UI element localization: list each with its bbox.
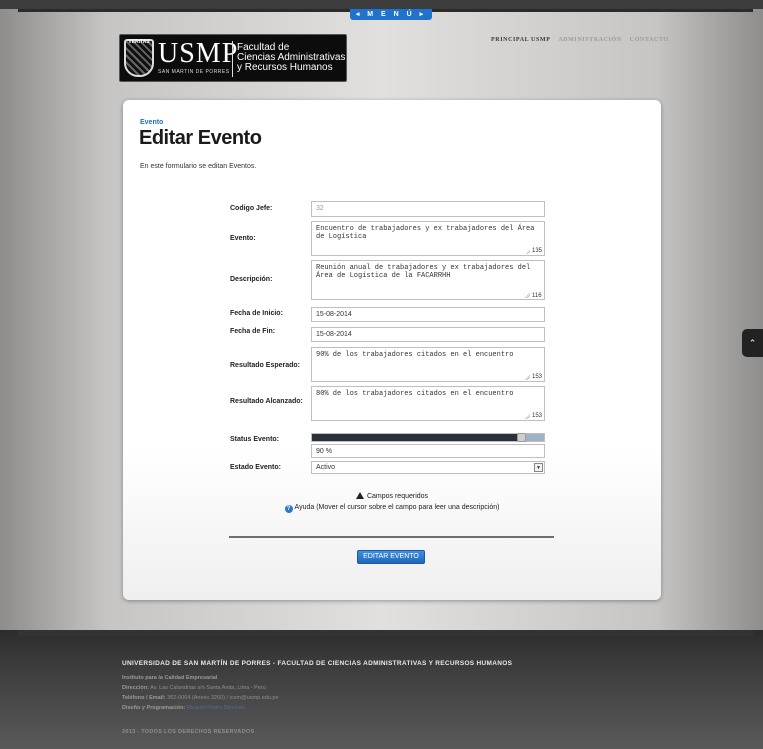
warning-triangle-icon: [355, 492, 364, 499]
edit-event-card: Evento Editar Evento En este formulario …: [123, 100, 661, 600]
descripcion-textarea[interactable]: Reunión anual de trabajadores y ex traba…: [311, 260, 545, 300]
codigo-jefe-field[interactable]: 32: [311, 201, 545, 217]
usmp-logo[interactable]: VERITAS USMP SAN MARTIN DE PORRES Facult…: [119, 34, 347, 82]
logo-divider: [232, 41, 233, 77]
evento-label: Evento:: [230, 235, 256, 242]
faculty-line-3: y Recursos Humanos: [237, 62, 333, 73]
nav-link-contacto[interactable]: CONTACTO: [630, 37, 669, 43]
status-evento-value: 90 %: [311, 444, 545, 458]
footer-design-label: Diseño y Programación:: [122, 705, 186, 711]
resultado-esperado-resize-handle[interactable]: [525, 375, 530, 380]
top-bar: [0, 0, 763, 9]
help-note: ? Ayuda (Mover el cursor sobre el campo p…: [123, 504, 661, 513]
resultado-esperado-char-counter: 153: [532, 374, 543, 380]
estado-evento-selected: Activo: [316, 464, 336, 471]
chevron-down-icon[interactable]: ▼: [534, 463, 543, 472]
resultado-esperado-label: Resultado Esperado:: [230, 362, 301, 369]
status-evento-label: Status Evento:: [230, 436, 280, 443]
top-navigation: PRINCIPAL USMP ADMINISTRACIÓN CONTACTO: [491, 37, 675, 43]
evento-textarea[interactable]: Encuentro de trabajadores y ex trabajado…: [311, 221, 545, 256]
footer-design: Diseño y Programación: Ricardo Pedro Sán…: [122, 705, 245, 711]
codigo-jefe-label: Codigo Jefe:: [230, 205, 273, 212]
menu-toggle-button[interactable]: ◂ M E N Ú ▸: [350, 9, 432, 20]
fecha-fin-field[interactable]: 15-08-2014: [311, 327, 545, 342]
status-evento-slider-handle[interactable]: [516, 433, 526, 442]
footer-top-line: [18, 630, 753, 636]
footer-institute: Instituto para la Calidad Empresarial: [122, 675, 217, 681]
descripcion-label: Descripción:: [230, 276, 273, 283]
resultado-alcanzado-char-counter: 153: [532, 413, 543, 419]
required-note-text: Campos requeridos: [366, 493, 429, 500]
help-note-text: Ayuda (Mover el cursor sobre el campo pa…: [294, 504, 500, 511]
resultado-alcanzado-textarea[interactable]: 80% de los trabajadores citados en el en…: [311, 386, 545, 421]
logo-brand: USMP: [158, 38, 239, 69]
footer-address-value: Av. Las Calandrias s/n Santa Anita, Lima…: [150, 685, 266, 691]
edit-event-button[interactable]: EDITAR EVENTO: [357, 550, 425, 564]
fecha-fin-label: Fecha de Fin:: [230, 328, 276, 335]
fecha-inicio-field[interactable]: 15-08-2014: [311, 307, 545, 322]
footer: UNIVERSIDAD DE SAN MARTÍN DE PORRES - FA…: [0, 630, 763, 749]
status-evento-slider-fill: [312, 434, 521, 441]
footer-institute-text: Instituto para la Calidad Empresarial: [122, 675, 218, 681]
estado-evento-label: Estado Evento:: [230, 464, 281, 471]
footer-phone: Teléfono / Email: 362-0064 (Anexo 3260) …: [122, 695, 279, 701]
descripcion-char-counter: 116: [532, 293, 542, 299]
descripcion-resize-handle[interactable]: [525, 293, 530, 298]
resultado-alcanzado-resize-handle[interactable]: [525, 414, 530, 419]
footer-address-label: Dirección:: [122, 685, 149, 691]
required-fields-note: Campos requeridos: [123, 492, 661, 500]
crest-label: VERITAS: [128, 39, 150, 45]
nav-link-principal[interactable]: PRINCIPAL USMP: [491, 37, 550, 43]
estado-evento-select[interactable]: Activo ▼: [311, 461, 545, 474]
scroll-to-top-button[interactable]: ⌃: [742, 329, 763, 357]
intro-text: En este formulario se editan Eventos.: [140, 163, 257, 170]
help-icon: ?: [284, 505, 293, 513]
resultado-esperado-textarea[interactable]: 90% de los trabajadores citados en el en…: [311, 347, 545, 382]
evento-resize-handle[interactable]: [525, 249, 530, 254]
footer-design-link[interactable]: Ricardo Pedro Sánchez: [187, 705, 245, 711]
breadcrumb[interactable]: Evento: [140, 119, 163, 126]
nav-link-administracion[interactable]: ADMINISTRACIÓN: [558, 37, 621, 43]
form-divider: [229, 536, 554, 538]
evento-char-counter: 135: [532, 248, 543, 254]
page-title: Editar Evento: [139, 127, 262, 149]
footer-phone-value: 362-0064 (Anexo 3260) / icem@usmp.edu.pe: [167, 695, 279, 701]
footer-address: Dirección: Av. Las Calandrias s/n Santa …: [122, 685, 266, 691]
logo-faculty: Facultad de Ciencias Administrativas y R…: [237, 43, 345, 73]
logo-brand-sub: SAN MARTIN DE PORRES: [158, 69, 230, 75]
resultado-alcanzado-label: Resultado Alcanzado:: [230, 398, 303, 405]
status-evento-slider[interactable]: [311, 433, 545, 442]
footer-title: UNIVERSIDAD DE SAN MARTÍN DE PORRES - FA…: [122, 660, 513, 667]
chevron-up-icon: ⌃: [748, 338, 757, 348]
footer-phone-label: Teléfono / Email:: [122, 695, 166, 701]
footer-copyright: 2013 - TODOS LOS DERECHOS RESERVADOS: [122, 729, 255, 735]
fecha-inicio-label: Fecha de Inicio:: [230, 310, 283, 317]
